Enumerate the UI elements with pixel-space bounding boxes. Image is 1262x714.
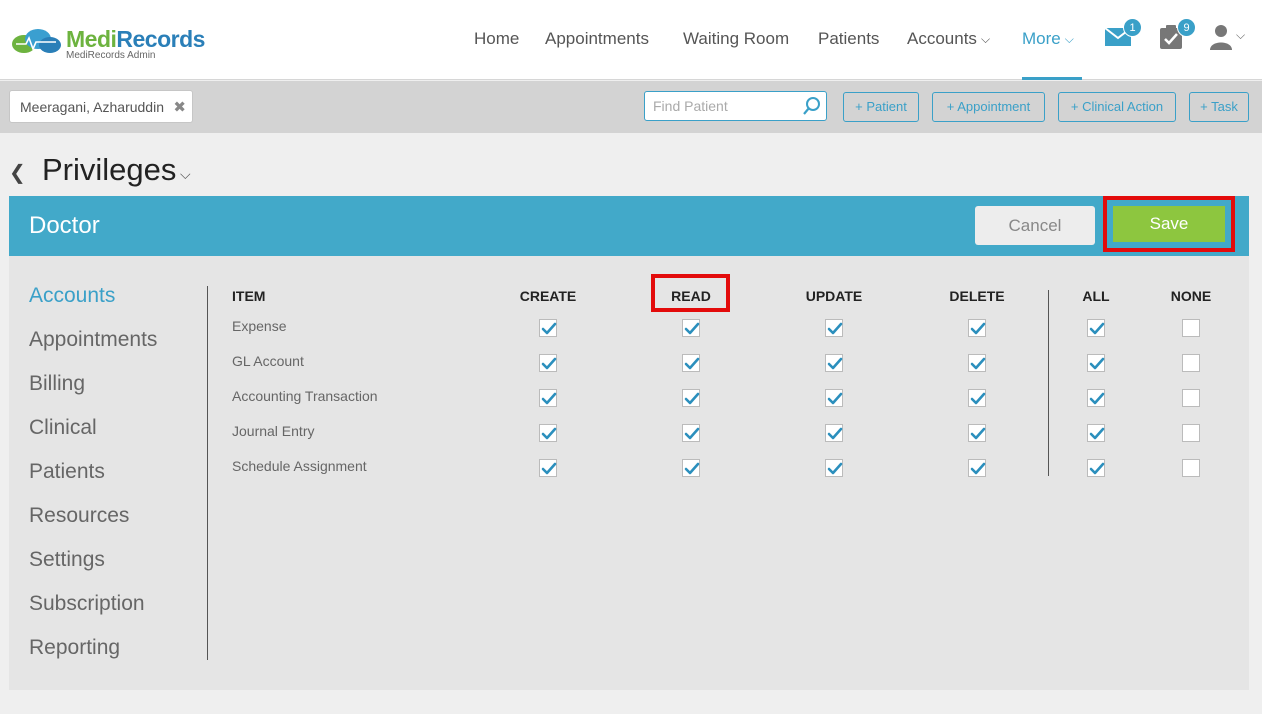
delete-checkbox[interactable] — [968, 459, 986, 477]
create-checkbox[interactable] — [539, 389, 557, 407]
back-chevron-icon[interactable]: ❮ — [9, 160, 26, 185]
role-header: Doctor Cancel Save — [9, 196, 1249, 256]
privileges-panel: Accounts Appointments Billing Clinical Patie… — [9, 256, 1249, 690]
update-checkbox[interactable] — [825, 319, 843, 337]
read-checkbox[interactable] — [682, 389, 700, 407]
category-reporting[interactable]: Reporting — [29, 636, 120, 660]
row-label: Accounting Transaction — [232, 388, 378, 404]
category-subscription[interactable]: Subscription — [29, 592, 145, 616]
delete-checkbox[interactable] — [968, 424, 986, 442]
nav-waiting-room[interactable]: Waiting Room — [683, 29, 789, 49]
tasks-badge: 9 — [1177, 18, 1196, 37]
column-header-all: ALL — [1082, 288, 1110, 304]
delete-checkbox[interactable] — [968, 389, 986, 407]
category-patients[interactable]: Patients — [29, 460, 105, 484]
delete-checkbox[interactable] — [968, 354, 986, 372]
top-navbar: MediRecords MediRecords Admin Home Appoi… — [0, 0, 1262, 80]
search-icon[interactable] — [802, 96, 822, 116]
nav-more-label: More — [1022, 29, 1061, 48]
nav-appointments[interactable]: Appointments — [545, 29, 649, 49]
selected-patient-chip[interactable]: Meeragani, Azharuddin ✖ — [9, 90, 193, 123]
none-checkbox[interactable] — [1182, 424, 1200, 442]
none-checkbox[interactable] — [1182, 354, 1200, 372]
add-task-button[interactable]: + Task — [1189, 92, 1249, 122]
save-highlight-box: Save — [1103, 196, 1235, 252]
column-header-item: ITEM — [232, 288, 266, 304]
category-settings[interactable]: Settings — [29, 548, 105, 572]
read-checkbox[interactable] — [682, 354, 700, 372]
category-billing[interactable]: Billing — [29, 372, 85, 396]
medirecords-logo[interactable]: MediRecords MediRecords Admin — [10, 24, 210, 64]
add-clinical-action-button[interactable]: + Clinical Action — [1058, 92, 1176, 122]
row-label: Schedule Assignment — [232, 458, 367, 474]
read-checkbox[interactable] — [682, 459, 700, 477]
nav-accounts-label: Accounts — [907, 29, 977, 48]
create-checkbox[interactable] — [539, 459, 557, 477]
update-checkbox[interactable] — [825, 424, 843, 442]
nav-patients[interactable]: Patients — [818, 29, 879, 49]
column-header-delete: DELETE — [949, 288, 1005, 304]
column-header-none: NONE — [1170, 288, 1212, 304]
find-patient-placeholder: Find Patient — [653, 98, 728, 114]
brand-name: MediRecords — [66, 26, 205, 52]
all-checkbox[interactable] — [1087, 389, 1105, 407]
none-checkbox[interactable] — [1182, 319, 1200, 337]
save-button[interactable]: Save — [1113, 206, 1225, 242]
none-checkbox[interactable] — [1182, 459, 1200, 477]
category-accounts[interactable]: Accounts — [29, 284, 115, 308]
messages-badge: 1 — [1123, 18, 1142, 37]
active-nav-indicator — [1022, 77, 1082, 80]
category-clinical[interactable]: Clinical — [29, 416, 97, 440]
category-appointments[interactable]: Appointments — [29, 328, 157, 352]
nav-accounts[interactable]: Accounts ⌵ — [907, 29, 990, 49]
create-checkbox[interactable] — [539, 424, 557, 442]
update-checkbox[interactable] — [825, 389, 843, 407]
row-label: Journal Entry — [232, 423, 315, 439]
category-resources[interactable]: Resources — [29, 504, 129, 528]
divider — [207, 286, 208, 660]
all-checkbox[interactable] — [1087, 424, 1105, 442]
column-header-update: UPDATE — [805, 288, 863, 304]
none-checkbox[interactable] — [1182, 389, 1200, 407]
row-label: GL Account — [232, 353, 304, 369]
page-title: Privileges — [42, 152, 177, 187]
all-checkbox[interactable] — [1087, 459, 1105, 477]
divider — [1048, 290, 1049, 476]
column-header-create: CREATE — [519, 288, 577, 304]
read-checkbox[interactable] — [682, 319, 700, 337]
nav-more[interactable]: More ⌵ — [1022, 29, 1074, 49]
chevron-down-icon: ⌵ — [1236, 28, 1246, 42]
read-checkbox[interactable] — [682, 424, 700, 442]
add-appointment-button[interactable]: + Appointment — [932, 92, 1045, 122]
patient-toolbar: Meeragani, Azharuddin ✖ Find Patient + P… — [0, 81, 1262, 133]
create-checkbox[interactable] — [539, 319, 557, 337]
row-label: Expense — [232, 318, 287, 334]
find-patient-input[interactable]: Find Patient — [644, 91, 827, 121]
chevron-down-icon: ⌵ — [1064, 32, 1074, 47]
brand-subtitle: MediRecords Admin — [66, 50, 156, 61]
all-checkbox[interactable] — [1087, 354, 1105, 372]
role-title: Doctor — [29, 212, 100, 239]
chevron-down-icon: ⌵ — [980, 32, 991, 47]
user-menu-button[interactable]: ⌵ — [1210, 24, 1252, 52]
create-checkbox[interactable] — [539, 354, 557, 372]
nav-home[interactable]: Home — [474, 29, 519, 49]
tasks-button[interactable]: 9 — [1158, 18, 1196, 52]
close-icon[interactable]: ✖ — [173, 98, 186, 116]
add-patient-button[interactable]: + Patient — [843, 92, 919, 122]
user-avatar-icon — [1210, 25, 1232, 50]
update-checkbox[interactable] — [825, 354, 843, 372]
cloud-logo-icon — [12, 29, 61, 53]
delete-checkbox[interactable] — [968, 319, 986, 337]
chevron-down-icon[interactable]: ⌵ — [180, 166, 191, 183]
patient-name: Meeragani, Azharuddin — [20, 99, 164, 115]
messages-button[interactable]: 1 — [1104, 18, 1142, 52]
all-checkbox[interactable] — [1087, 319, 1105, 337]
update-checkbox[interactable] — [825, 459, 843, 477]
read-highlight-box — [651, 274, 730, 312]
cancel-button[interactable]: Cancel — [975, 206, 1095, 245]
